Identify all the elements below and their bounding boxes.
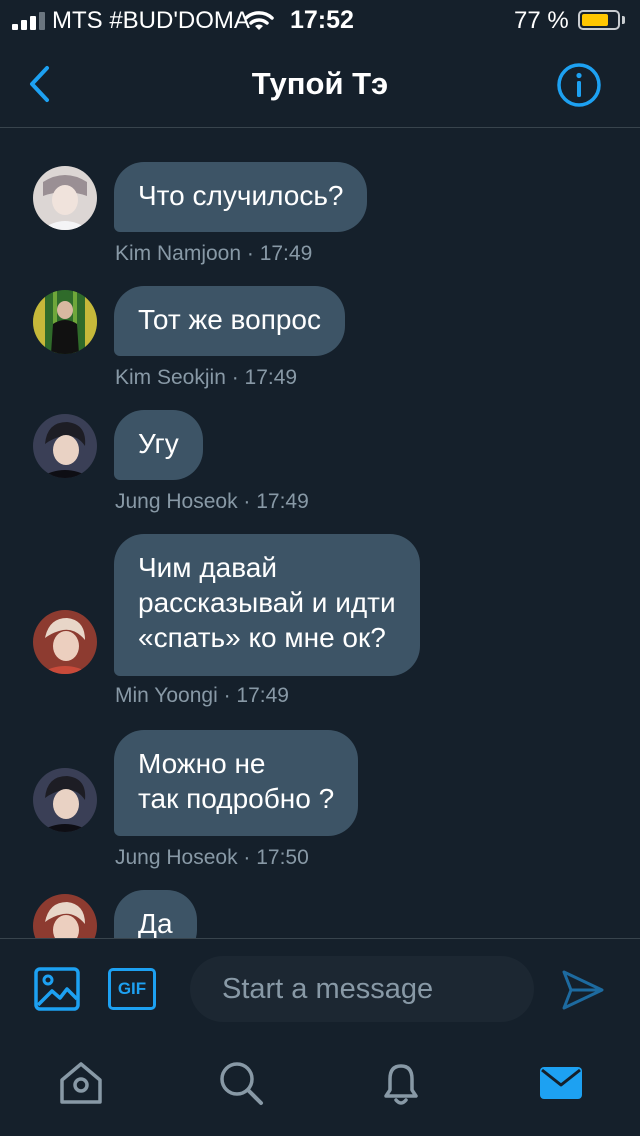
battery-tip	[622, 16, 625, 24]
avatar[interactable]	[33, 894, 97, 938]
signal-bars-icon	[12, 12, 45, 30]
message-composer: GIF	[0, 938, 640, 1038]
gif-button[interactable]: GIF	[108, 968, 156, 1010]
battery-fill	[582, 14, 608, 26]
avatar[interactable]	[33, 610, 97, 674]
message-bubble[interactable]: Что случилось?	[114, 162, 368, 232]
message-bubble[interactable]: Да	[114, 890, 197, 938]
bell-icon	[384, 1064, 418, 1105]
message-bubble[interactable]: Можно не так подробно ?	[114, 730, 359, 836]
message-bubble[interactable]: Угу	[114, 410, 203, 480]
conversation-title: Тупой Тэ	[251, 66, 389, 101]
tab-messages[interactable]	[536, 1058, 586, 1108]
battery-icon	[578, 10, 620, 30]
avatar[interactable]	[33, 768, 97, 832]
avatar[interactable]	[33, 166, 97, 230]
tab-search[interactable]	[216, 1058, 266, 1108]
dm-conversation-screen: MTS #BUD'DOMA 17:52 77 % Тупой Тэ Что сл…	[0, 0, 640, 1136]
tab-home[interactable]	[56, 1058, 106, 1108]
avatar-photo	[33, 768, 97, 832]
message-bubble[interactable]: Чим давай рассказывай и идти «спать» ко …	[114, 534, 420, 676]
message-meta: Jung Hoseok · 17:50	[115, 846, 309, 869]
avatar-photo	[33, 166, 97, 230]
avatar-photo	[33, 610, 97, 674]
image-icon	[34, 967, 80, 1011]
avatar[interactable]	[33, 414, 97, 478]
avatar-photo	[33, 290, 97, 354]
wifi-icon	[244, 11, 274, 30]
avatar-photo	[33, 414, 97, 478]
message-bubble[interactable]: Тот же вопрос	[114, 286, 345, 356]
status-bar: MTS #BUD'DOMA 17:52 77 %	[0, 0, 640, 42]
message-meta: Min Yoongi · 17:49	[115, 684, 289, 707]
info-button[interactable]	[556, 62, 602, 108]
mail-icon	[540, 1067, 582, 1099]
status-time: 17:52	[290, 6, 354, 34]
battery-percent: 77 %	[514, 7, 569, 34]
message-meta: Jung Hoseok · 17:49	[115, 490, 309, 513]
image-button[interactable]	[34, 967, 80, 1011]
send-button[interactable]	[560, 967, 606, 1013]
conversation-header: Тупой Тэ	[0, 42, 640, 128]
avatar[interactable]	[33, 290, 97, 354]
home-icon	[60, 1062, 102, 1104]
carrier-name: MTS #BUD'DOMA	[52, 7, 250, 34]
avatar-photo	[33, 894, 97, 938]
message-meta: Kim Seokjin · 17:49	[115, 366, 298, 389]
search-icon	[220, 1062, 263, 1105]
send-icon	[562, 970, 604, 1010]
message-list[interactable]: Что случилось? Kim Namjoon · 17:49 Тот ж…	[0, 128, 640, 938]
bottom-tab-bar	[0, 1038, 640, 1136]
info-icon	[557, 63, 601, 107]
message-meta: Kim Namjoon · 17:49	[115, 242, 313, 265]
tab-notifications[interactable]	[376, 1058, 426, 1108]
message-input[interactable]	[190, 956, 534, 1022]
